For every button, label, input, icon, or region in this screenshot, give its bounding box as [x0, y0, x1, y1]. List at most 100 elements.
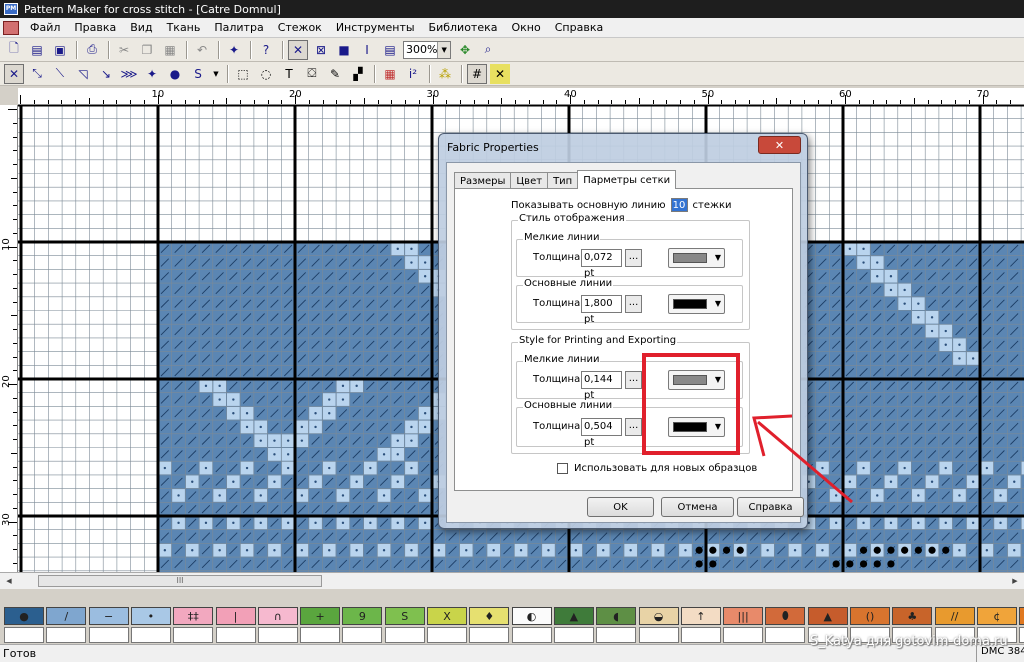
- page-icon[interactable]: ▤: [380, 40, 400, 60]
- palette-slot[interactable]: [680, 627, 721, 643]
- fill-icon[interactable]: ⛋: [302, 64, 322, 84]
- menu-edit[interactable]: Правка: [67, 21, 123, 34]
- cut-icon[interactable]: ✂: [114, 40, 134, 60]
- three-quarter-stitch-icon[interactable]: ⤡: [27, 64, 47, 84]
- french-knot-icon[interactable]: ⋙: [119, 64, 139, 84]
- chevron-down-icon[interactable]: ▼: [211, 64, 221, 84]
- palette-slot[interactable]: [257, 627, 298, 643]
- select-rect-icon[interactable]: ⬚: [233, 64, 253, 84]
- tab-grid-settings[interactable]: Парметры сетки: [577, 170, 677, 189]
- chevron-down-icon[interactable]: ▼: [437, 41, 450, 58]
- scroll-right-icon[interactable]: ▶: [1008, 574, 1022, 588]
- palette-slot[interactable]: [173, 627, 214, 643]
- palette-slot[interactable]: [427, 627, 467, 643]
- palette-swatch[interactable]: X: [427, 607, 467, 625]
- use-for-new-checkbox[interactable]: [557, 463, 568, 474]
- use-for-new-checkbox-row[interactable]: Использовать для новых образцов: [557, 463, 757, 474]
- palette-swatch[interactable]: S: [384, 607, 425, 625]
- quarter-stitch-icon[interactable]: ◹: [73, 64, 93, 84]
- magic-wand-icon[interactable]: ⁂: [435, 64, 455, 84]
- palette-slot[interactable]: [1019, 627, 1024, 643]
- palette-slot[interactable]: [469, 627, 510, 643]
- display-minor-browse-button[interactable]: ...: [625, 249, 642, 267]
- print-minor-browse-button[interactable]: ...: [625, 371, 642, 389]
- cross-icon[interactable]: ✕: [490, 63, 510, 84]
- palette-slot[interactable]: [4, 627, 44, 643]
- palette-swatch[interactable]: ↑: [680, 607, 721, 625]
- palette-slot[interactable]: [300, 627, 341, 643]
- palette-swatch[interactable]: ▲: [553, 607, 594, 625]
- menu-tools[interactable]: Инструменты: [329, 21, 422, 34]
- palette-slot[interactable]: [384, 627, 425, 643]
- palette-swatch[interactable]: ‡‡: [173, 607, 214, 625]
- copy-icon[interactable]: ❐: [137, 40, 157, 60]
- tab-size[interactable]: Размеры: [454, 172, 512, 189]
- print-major-thickness-input[interactable]: 0,504 pt: [581, 418, 622, 448]
- paste-icon[interactable]: ▦: [160, 40, 180, 60]
- palette-slot[interactable]: [130, 627, 171, 643]
- palette-swatch[interactable]: ¢: [976, 607, 1017, 625]
- palette-swatch[interactable]: /: [46, 607, 87, 625]
- undo-icon[interactable]: ↶: [192, 40, 212, 60]
- horizontal-scrollbar[interactable]: ◀ III ▶: [0, 572, 1024, 589]
- palette-slot[interactable]: [638, 627, 679, 643]
- palette-swatch[interactable]: //: [934, 607, 975, 625]
- menu-file[interactable]: Файл: [23, 21, 67, 34]
- display-major-color-button[interactable]: ▼: [668, 294, 725, 314]
- tab-color[interactable]: Цвет: [510, 172, 549, 189]
- palette-slot[interactable]: [553, 627, 594, 643]
- palette-swatch[interactable]: ♦: [469, 607, 510, 625]
- zoom-select[interactable]: 300% ▼: [403, 40, 451, 59]
- palette-swatch[interactable]: •: [130, 607, 171, 625]
- palette-swatch[interactable]: −: [88, 607, 129, 625]
- palette-icon[interactable]: ▞: [348, 64, 368, 84]
- palette-swatch[interactable]: (): [850, 607, 890, 625]
- special-stitch-icon[interactable]: S: [188, 64, 208, 84]
- bead-icon[interactable]: ✦: [142, 64, 162, 84]
- zoom-fit-icon[interactable]: ✥: [455, 40, 475, 60]
- palette-slot[interactable]: [765, 627, 806, 643]
- save-icon[interactable]: ▣: [50, 40, 70, 60]
- display-major-browse-button[interactable]: ...: [625, 295, 642, 313]
- backstitch-icon[interactable]: ↘: [96, 64, 116, 84]
- tab-type[interactable]: Тип: [547, 172, 579, 189]
- stitch-view-icon[interactable]: ✕: [288, 39, 308, 60]
- scroll-thumb[interactable]: III: [38, 575, 322, 587]
- palette-swatch[interactable]: |||: [723, 607, 764, 625]
- palette-swatch[interactable]: +: [300, 607, 341, 625]
- print-minor-thickness-input[interactable]: 0,144 pt: [581, 371, 622, 401]
- menu-fabric[interactable]: Ткань: [160, 21, 208, 34]
- document-icon[interactable]: [3, 20, 19, 35]
- menu-window[interactable]: Окно: [505, 21, 548, 34]
- menu-stitch[interactable]: Стежок: [271, 21, 329, 34]
- menu-view[interactable]: Вид: [123, 21, 159, 34]
- palette-swatch[interactable]: 9: [342, 607, 383, 625]
- new-icon[interactable]: 🗋: [4, 40, 24, 60]
- text-icon[interactable]: T: [279, 64, 299, 84]
- zoom-icon[interactable]: ⌕: [478, 40, 498, 60]
- palette-swatch[interactable]: ♣: [892, 607, 933, 625]
- cancel-button[interactable]: Отмена: [661, 497, 734, 517]
- palette-swatch[interactable]: ∩: [257, 607, 298, 625]
- close-icon[interactable]: ✕: [758, 136, 801, 154]
- palette-slot[interactable]: [88, 627, 129, 643]
- palette-slot[interactable]: [342, 627, 383, 643]
- palette-slot[interactable]: [723, 627, 764, 643]
- eyedropper-icon[interactable]: ✎: [325, 64, 345, 84]
- scroll-left-icon[interactable]: ◀: [2, 574, 16, 588]
- recolor-icon[interactable]: i²: [403, 64, 423, 84]
- print-major-browse-button[interactable]: ...: [625, 418, 642, 436]
- wizard-icon[interactable]: ✦: [224, 40, 244, 60]
- menu-library[interactable]: Библиотека: [422, 21, 505, 34]
- ok-button[interactable]: OK: [587, 497, 654, 517]
- palette-swatch[interactable]: →: [1019, 607, 1024, 625]
- palette-swatch[interactable]: ⬮: [765, 607, 806, 625]
- palette-slot[interactable]: [215, 627, 256, 643]
- palette-swatch[interactable]: |: [215, 607, 256, 625]
- palette-swatch[interactable]: ◖: [596, 607, 637, 625]
- palette-swatch[interactable]: ◐: [511, 607, 552, 625]
- palette-slot[interactable]: [596, 627, 637, 643]
- help-icon[interactable]: ?: [256, 40, 276, 60]
- palette-swatch[interactable]: ▲: [807, 607, 848, 625]
- palette-slot[interactable]: [46, 627, 87, 643]
